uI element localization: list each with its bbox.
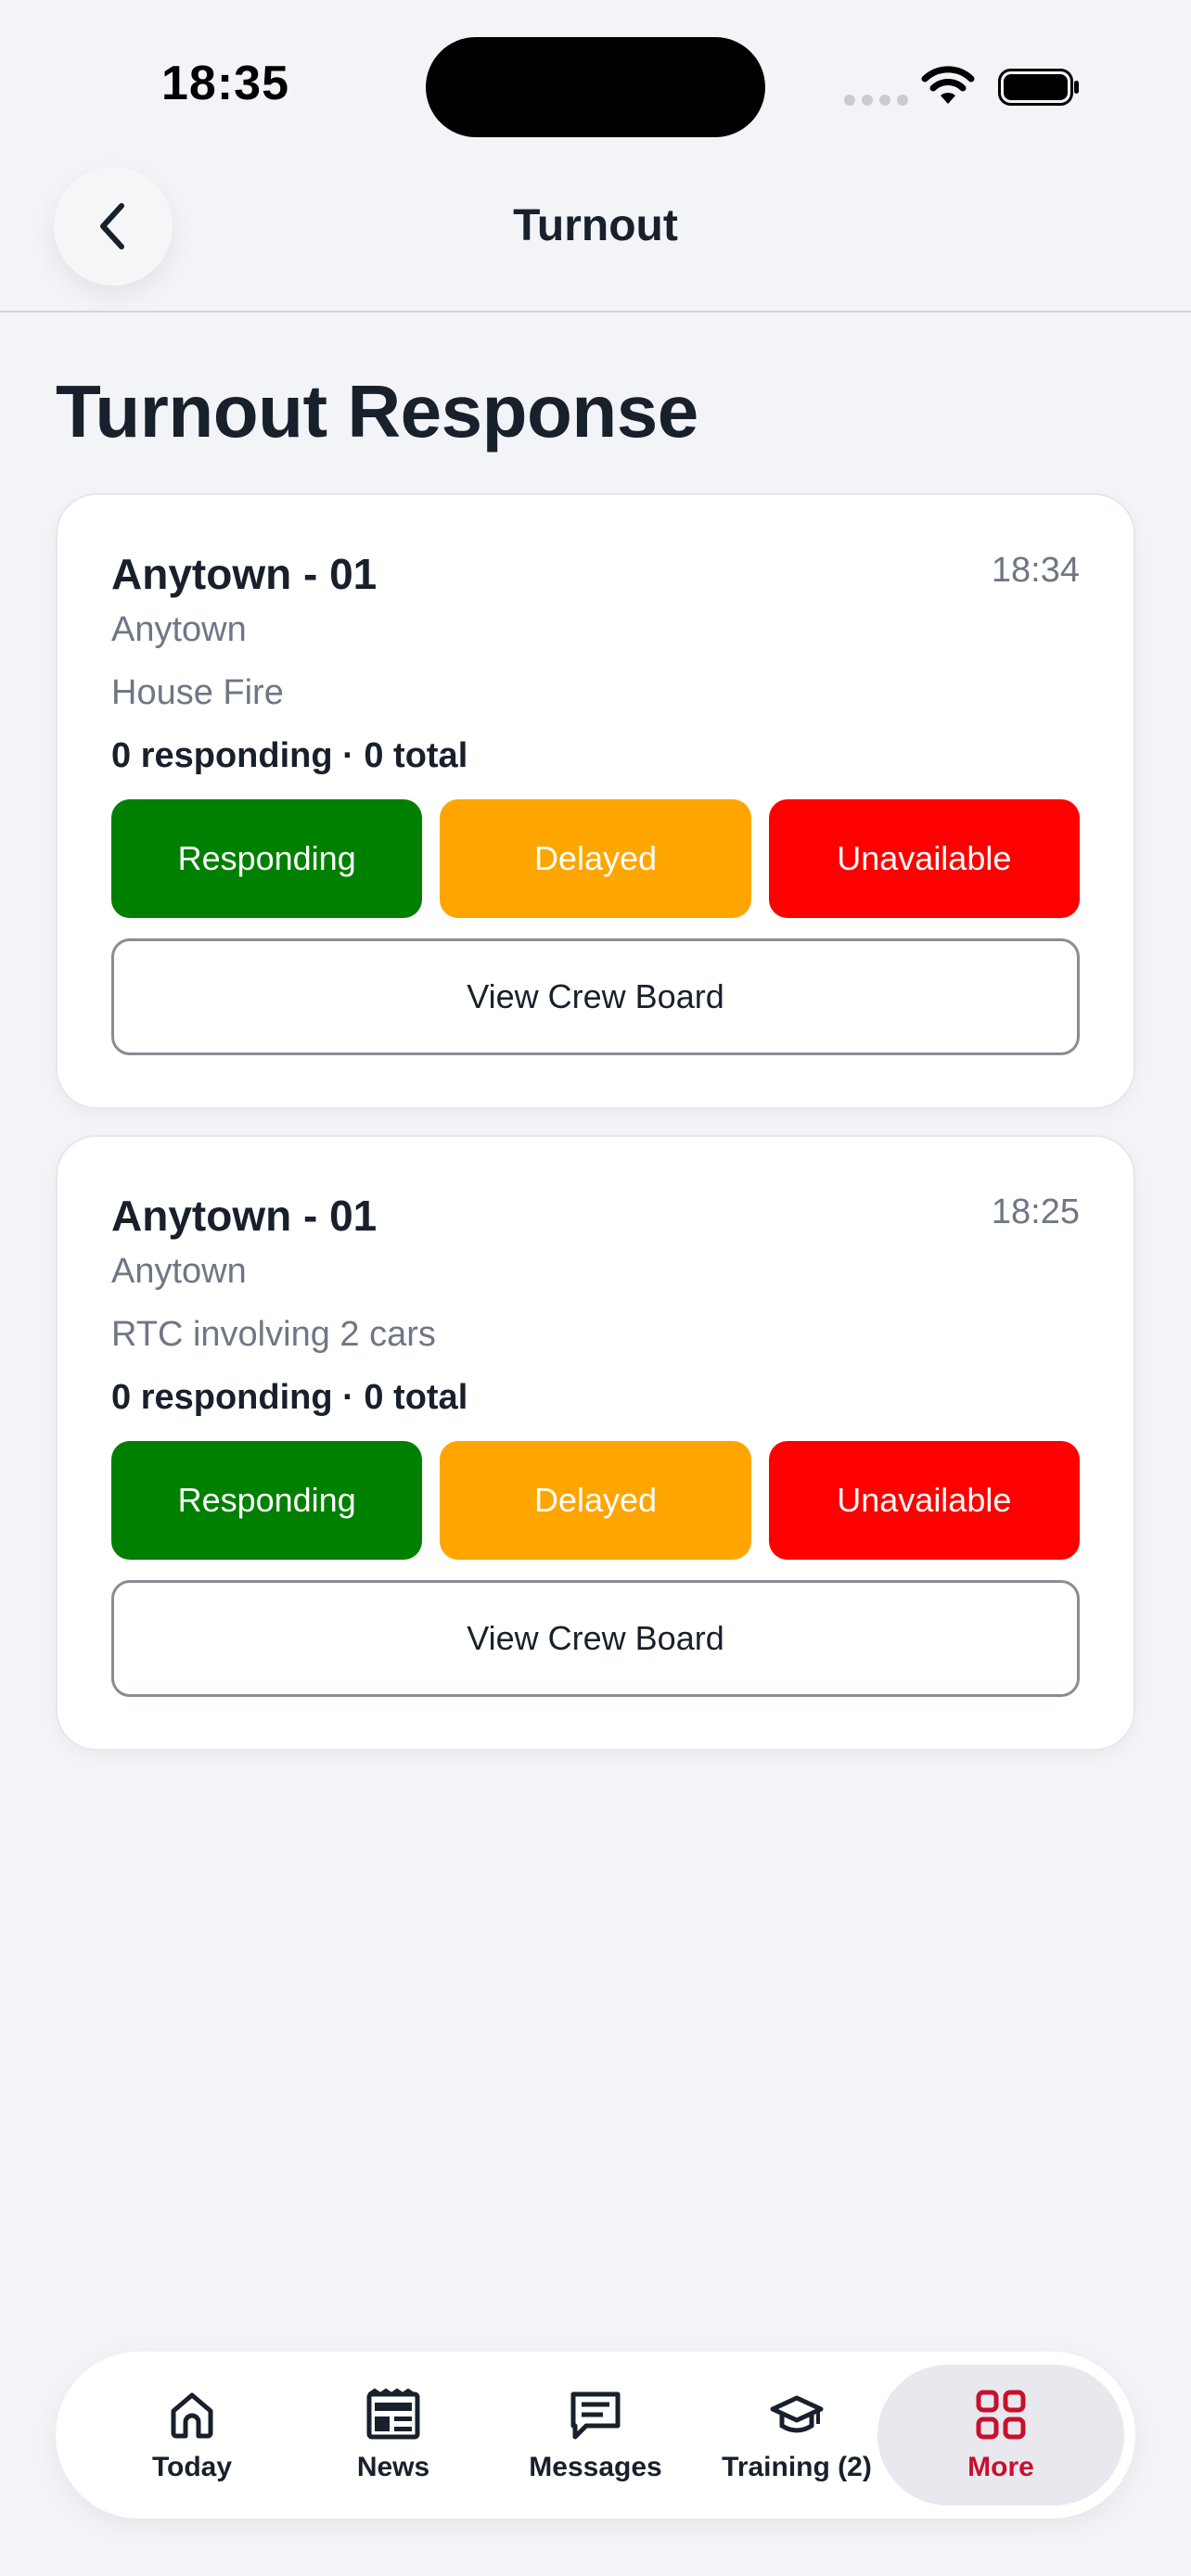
responding-button[interactable]: Responding (111, 799, 423, 918)
response-buttons: Responding Delayed Unavailable (111, 799, 1080, 918)
home-icon (171, 2392, 213, 2439)
turnout-list: Anytown - 01 18:34 Anytown House Fire 0 … (56, 493, 1135, 1777)
turnout-station: Anytown - 01 (111, 1192, 378, 1240)
tab-bar: Today News Messages Training (2) More (56, 2352, 1135, 2519)
turnout-card: Anytown - 01 18:34 Anytown House Fire 0 … (56, 493, 1135, 1109)
tab-training[interactable]: Training (2) (696, 2365, 898, 2506)
tab-news[interactable]: News (292, 2365, 494, 2506)
graduation-cap-icon (770, 2395, 824, 2433)
cellular-signal-icon (844, 95, 908, 106)
delayed-button[interactable]: Delayed (440, 799, 751, 918)
message-icon (570, 2391, 621, 2440)
tab-today-label: Today (151, 2452, 233, 2482)
page-title: Turnout Response (56, 370, 698, 453)
turnout-station: Anytown - 01 (111, 550, 378, 598)
turnout-stats: 0 responding · 0 total (111, 736, 468, 775)
unavailable-button[interactable]: Unavailable (768, 1441, 1080, 1560)
turnout-time: 18:25 (991, 1192, 1080, 1231)
nav-title: Turnout (513, 201, 678, 250)
battery-icon (998, 69, 1079, 106)
grid-icon (976, 2390, 1026, 2440)
tab-training-label: Training (2) (722, 2452, 872, 2482)
tab-more-label: More (967, 2452, 1034, 2482)
response-buttons: Responding Delayed Unavailable (111, 1441, 1080, 1560)
delayed-button[interactable]: Delayed (440, 1441, 751, 1560)
turnout-incident: House Fire (111, 673, 284, 712)
wifi-icon (921, 66, 975, 104)
view-crew-board-button[interactable]: View Crew Board (111, 1580, 1080, 1697)
turnout-time: 18:34 (991, 551, 1080, 590)
status-bar: 18:35 (0, 0, 1191, 148)
responding-button[interactable]: Responding (111, 1441, 423, 1560)
newspaper-icon (366, 2388, 420, 2440)
tab-messages-label: Messages (529, 2452, 662, 2482)
tab-today[interactable]: Today (91, 2365, 293, 2506)
tab-messages[interactable]: Messages (494, 2365, 697, 2506)
turnout-location: Anytown (111, 1252, 247, 1291)
turnout-card: Anytown - 01 18:25 Anytown RTC involving… (56, 1135, 1135, 1751)
turnout-incident: RTC involving 2 cars (111, 1315, 436, 1354)
navigation-bar: Turnout (0, 148, 1191, 312)
unavailable-button[interactable]: Unavailable (768, 799, 1080, 918)
tab-more[interactable]: More (877, 2365, 1124, 2506)
status-time: 18:35 (161, 57, 289, 110)
tab-news-label: News (356, 2452, 430, 2482)
dynamic-island (426, 37, 765, 137)
view-crew-board-button[interactable]: View Crew Board (111, 938, 1080, 1055)
turnout-stats: 0 responding · 0 total (111, 1378, 468, 1417)
turnout-location: Anytown (111, 610, 247, 649)
